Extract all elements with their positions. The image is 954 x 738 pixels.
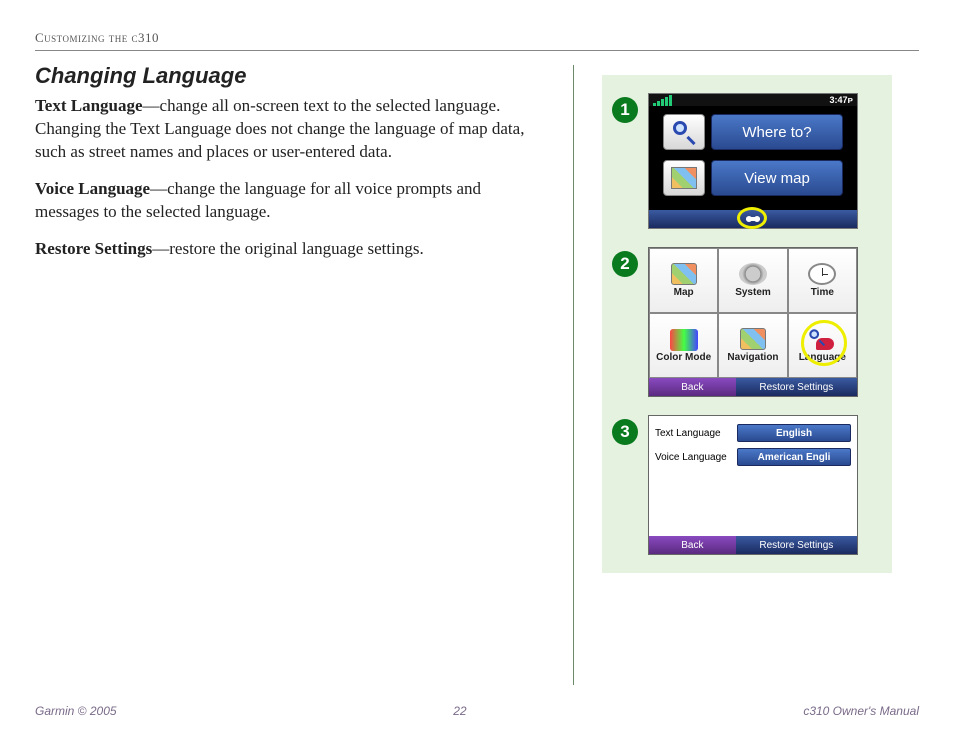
palette-icon (670, 329, 698, 351)
header-section-label: Customizing the c310 (35, 30, 919, 46)
header-rule (35, 50, 919, 51)
clock-icon (808, 263, 836, 285)
text-language-value[interactable]: English (737, 424, 851, 442)
cell-color-label: Color Mode (656, 353, 711, 363)
footer-page-number: 22 (453, 704, 466, 718)
cell-navigation[interactable]: Navigation (718, 313, 787, 378)
language-screen: Text Language English Voice Language Ame… (648, 415, 858, 555)
step-3: 3 Text Language English Voice Language A… (612, 415, 878, 555)
paragraph-text-language: Text Language—change all on-screen text … (35, 95, 545, 164)
step-badge-1: 1 (612, 97, 638, 123)
step-badge-2: 2 (612, 251, 638, 277)
voice-language-label: Voice Language (655, 452, 737, 463)
footer-copyright: Garmin © 2005 (35, 704, 117, 718)
navigation-icon (740, 328, 766, 350)
text-language-row: Text Language English (655, 424, 851, 442)
back-button[interactable]: Back (649, 378, 736, 396)
lead-restore: Restore Settings (35, 239, 152, 258)
map-icon (671, 263, 697, 285)
where-to-label: Where to? (711, 114, 843, 150)
cell-color-mode[interactable]: Color Mode (649, 313, 718, 378)
cell-system[interactable]: System (718, 248, 787, 313)
body-restore: —restore the original language settings. (152, 239, 423, 258)
footer-manual-title: c310 Owner's Manual (803, 704, 919, 718)
cell-nav-label: Navigation (727, 352, 778, 363)
search-icon (663, 114, 705, 150)
settings-screen: Map System Time Color Mode Navigation La… (648, 247, 858, 397)
map-icon (663, 160, 705, 196)
lead-voice-language: Voice Language (35, 179, 150, 198)
settings-bottom-bar: Back Restore Settings (649, 378, 857, 396)
voice-language-row: Voice Language American Engli (655, 448, 851, 466)
restore-settings-button[interactable]: Restore Settings (736, 378, 857, 396)
home-screen: 3:47ᴘ Where to? View map (648, 93, 858, 229)
highlight-settings (737, 207, 767, 229)
highlight-language (801, 320, 847, 366)
cell-map[interactable]: Map (649, 248, 718, 313)
gear-icon (739, 263, 767, 285)
text-language-label: Text Language (655, 428, 737, 439)
step-badge-3: 3 (612, 419, 638, 445)
lead-text-language: Text Language (35, 96, 143, 115)
figure-column: 1 3:47ᴘ Where to? View map (574, 63, 919, 685)
section-title: Changing Language (35, 63, 545, 89)
clock: 3:47ᴘ (829, 95, 853, 105)
view-map-label: View map (711, 160, 843, 196)
page-footer: Garmin © 2005 22 c310 Owner's Manual (35, 704, 919, 718)
cell-time-label: Time (811, 287, 834, 298)
cell-system-label: System (735, 287, 771, 298)
text-column: Changing Language Text Language—change a… (35, 63, 573, 685)
paragraph-voice-language: Voice Language—change the language for a… (35, 178, 545, 224)
restore-settings-button[interactable]: Restore Settings (736, 536, 857, 554)
paragraph-restore: Restore Settings—restore the original la… (35, 238, 545, 261)
back-button[interactable]: Back (649, 536, 736, 554)
signal-icon (653, 95, 672, 106)
view-map-button[interactable]: View map (663, 158, 843, 198)
step-2: 2 Map System Time Color Mode Navigation … (612, 247, 878, 397)
cell-map-label: Map (674, 287, 694, 298)
cell-language[interactable]: Language (788, 313, 857, 378)
status-bar: 3:47ᴘ (649, 94, 857, 106)
voice-language-value[interactable]: American Engli (737, 448, 851, 466)
steps-panel: 1 3:47ᴘ Where to? View map (602, 75, 892, 573)
where-to-button[interactable]: Where to? (663, 112, 843, 152)
cell-time[interactable]: Time (788, 248, 857, 313)
step-1: 1 3:47ᴘ Where to? View map (612, 93, 878, 229)
language-bottom-bar: Back Restore Settings (649, 536, 857, 554)
